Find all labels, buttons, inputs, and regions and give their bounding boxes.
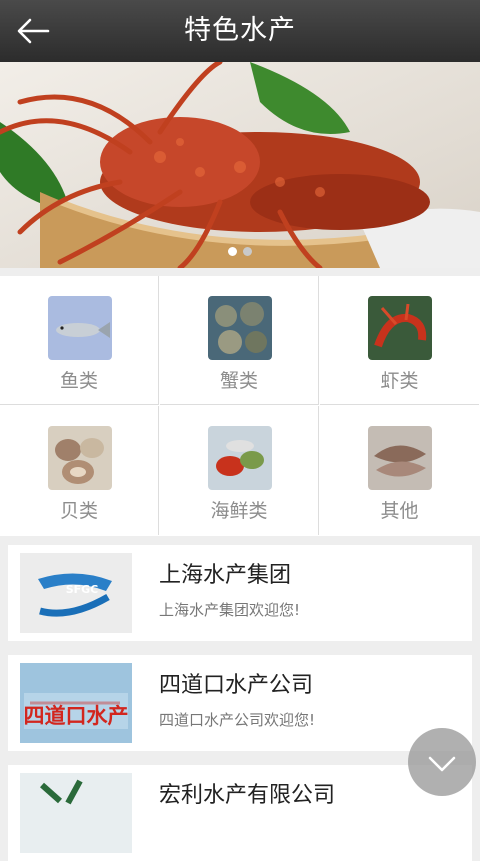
company-card-hongli[interactable]: 宏利水产有限公司 xyxy=(8,765,472,861)
chevron-down-icon xyxy=(428,756,456,772)
category-label: 贝类 xyxy=(59,500,98,522)
scroll-down-button[interactable] xyxy=(408,728,476,796)
other-icon xyxy=(368,426,432,490)
svg-text:四道口水产: 四道口水产 xyxy=(24,704,129,728)
category-shellfish[interactable]: 贝类 xyxy=(0,406,159,535)
company-card-sfgc[interactable]: SFGC 上海水产集团 上海水产集团欢迎您! xyxy=(8,545,472,641)
category-label: 其他 xyxy=(380,500,419,522)
company-description: 四道口水产公司欢迎您! xyxy=(159,711,316,729)
company-description: 上海水产集团欢迎您! xyxy=(159,601,301,619)
shrimp-icon xyxy=(368,296,432,360)
shellfish-icon xyxy=(48,426,112,490)
company-name: 宏利水产有限公司 xyxy=(159,783,336,808)
category-label: 鱼类 xyxy=(59,370,98,392)
carousel-dot[interactable] xyxy=(243,247,252,256)
carousel-dot-active[interactable] xyxy=(228,247,237,256)
category-label: 海鲜类 xyxy=(210,500,268,522)
banner-carousel[interactable] xyxy=(0,62,480,268)
company-logo: 四道口水产 xyxy=(20,663,132,743)
category-shrimp[interactable]: 虾类 xyxy=(320,276,479,405)
category-label: 蟹类 xyxy=(219,370,258,392)
category-fish[interactable]: 鱼类 xyxy=(0,276,159,405)
company-logo: SFGC xyxy=(20,553,132,633)
category-seafood[interactable]: 海鲜类 xyxy=(160,406,319,535)
category-other[interactable]: 其他 xyxy=(320,406,479,535)
svg-text:SFGC: SFGC xyxy=(66,583,99,596)
lobster-image xyxy=(0,62,480,268)
company-card-sidaokou[interactable]: 四道口水产 四道口水产公司 四道口水产公司欢迎您! xyxy=(8,655,472,751)
category-label: 虾类 xyxy=(380,370,419,392)
category-grid: 鱼类 蟹类 虾类 贝类 海鲜类 其他 xyxy=(0,276,480,536)
fish-icon xyxy=(48,296,112,360)
carousel-indicator xyxy=(0,241,480,260)
company-name: 上海水产集团 xyxy=(159,563,292,588)
company-name: 四道口水产公司 xyxy=(159,673,314,698)
category-crab[interactable]: 蟹类 xyxy=(160,276,319,405)
page-title: 特色水产 xyxy=(184,15,296,46)
company-logo xyxy=(20,773,132,853)
top-bar: 特色水产 xyxy=(0,0,480,62)
seafood-icon xyxy=(208,426,272,490)
crab-icon xyxy=(208,296,272,360)
